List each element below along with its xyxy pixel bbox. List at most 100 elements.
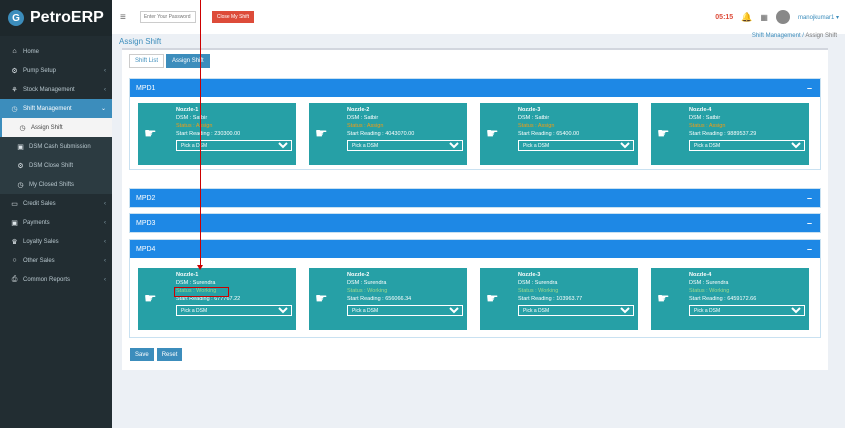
nozzle-start-reading: Start Reading : 103963.77 (518, 296, 583, 302)
nozzle-name: Nozzle-2 (347, 272, 370, 278)
print-icon: ⎙ (11, 275, 18, 283)
nozzle-status: Status : Working (347, 288, 388, 294)
tab-bar: Shift List Assign Shift (129, 54, 210, 68)
dsm-select[interactable]: Pick a DSM (176, 140, 292, 151)
annotation-arrow-icon (197, 265, 203, 270)
tab-assign-shift[interactable]: Assign Shift (166, 54, 210, 68)
logo-icon: G (8, 10, 24, 26)
nozzle-start-reading: Start Reading : 65400.00 (518, 131, 580, 137)
chevron-down-icon: ⌄ (100, 106, 106, 112)
collapse-icon[interactable]: – (807, 193, 812, 203)
nozzle-status: Status : Assign (518, 123, 555, 129)
nozzle-start-reading: Start Reading : 6459172.66 (689, 296, 757, 302)
nozzle-name: Nozzle-4 (689, 272, 712, 278)
nozzle-name: Nozzle-4 (689, 107, 712, 113)
chevron-left-icon: ‹ (104, 67, 106, 74)
gears-icon: ⚙ (11, 67, 18, 75)
nozzle-dsm: DSM : Surendra (176, 280, 216, 286)
breadcrumb: Shift Management / Assign Shift (752, 33, 837, 39)
sidebar-item-dsm-cash-submission[interactable]: ▣ DSM Cash Submission (0, 137, 112, 156)
nozzle-name: Nozzle-3 (518, 107, 541, 113)
annotation-line (200, 0, 201, 268)
circle-icon: ○ (12, 257, 17, 264)
nozzle-list: ☛ Nozzle-1 DSM : Satbir Status : Assign … (130, 97, 820, 165)
sidebar-item-assign-shift[interactable]: ◷ Assign Shift (0, 118, 112, 137)
close-my-shift-button[interactable]: Close My Shift (211, 11, 255, 23)
tab-shift-list[interactable]: Shift List (129, 54, 165, 68)
dsm-select[interactable]: Pick a DSM (518, 140, 634, 151)
sidebar-item-label: Credit Sales (23, 200, 56, 207)
mpd-section: MPD3 – (129, 213, 821, 233)
collapse-icon[interactable]: – (807, 218, 812, 228)
nozzle-card: ☛ Nozzle-4 DSM : Surendra Status : Worki… (651, 268, 809, 330)
dsm-select[interactable]: Pick a DSM (347, 305, 463, 316)
sidebar-item-dsm-close-shift[interactable]: ⚙ DSM Close Shift (0, 156, 112, 175)
collapse-icon[interactable]: – (807, 83, 812, 93)
notification-bell-icon[interactable]: 🔔 (741, 12, 752, 23)
nozzle-status: Status : Working (689, 288, 730, 294)
top-navbar: ≡ Close My Shift 05:15 🔔 ▦ manojkumar1 ▾ (112, 0, 845, 34)
sidebar-item-label: Shift Management (23, 105, 72, 112)
mpd-title: MPD3 (136, 219, 156, 227)
nozzle-card: ☛ Nozzle-2 DSM : Satbir Status : Assign … (309, 103, 467, 165)
chevron-left-icon: ‹ (104, 257, 106, 264)
sidebar-item-credit-sales[interactable]: ▭ Credit Sales ‹ (0, 194, 112, 213)
sidebar-item-payments[interactable]: ▣ Payments ‹ (0, 213, 112, 232)
password-input[interactable] (139, 11, 196, 23)
nozzle-card: ☛ Nozzle-2 DSM : Surendra Status : Worki… (309, 268, 467, 330)
sidebar-item-pump-setup[interactable]: ⚙ Pump Setup ‹ (0, 61, 112, 80)
mpd-section: MPD2 – (129, 188, 821, 208)
sidebar-item-home[interactable]: ⌂ Home (0, 42, 112, 61)
sidebar-item-shift-management[interactable]: ◷ Shift Management ⌄ (0, 99, 112, 118)
hamburger-menu-icon[interactable]: ≡ (120, 12, 126, 23)
sidebar-item-label: Assign Shift (31, 124, 63, 131)
fuel-nozzle-icon: ☛ (315, 125, 328, 141)
sidebar-item-stock-management[interactable]: ⚘ Stock Management ‹ (0, 80, 112, 99)
clock-icon: ◷ (19, 124, 26, 132)
nozzle-dsm: DSM : Satbir (347, 115, 379, 121)
dsm-select[interactable]: Pick a DSM (176, 305, 292, 316)
sidebar-item-loyalty-sales[interactable]: ♛ Loyalty Sales ‹ (0, 232, 112, 251)
nozzle-name: Nozzle-1 (176, 107, 199, 113)
sidebar-item-label: My Closed Shifts (29, 181, 75, 188)
form-actions: Save Reset (130, 348, 183, 361)
save-button[interactable]: Save (130, 348, 154, 361)
home-icon: ⌂ (12, 48, 17, 55)
mpd-title: MPD1 (136, 84, 156, 92)
breadcrumb-link[interactable]: Shift Management (752, 33, 801, 39)
mpd-section: MPD1 – ☛ Nozzle-1 DSM : Satbir Status : … (129, 78, 821, 170)
sidebar-item-label: DSM Cash Submission (29, 143, 91, 150)
dsm-select[interactable]: Pick a DSM (347, 140, 463, 151)
app-logo[interactable]: G PetroERP (0, 0, 112, 36)
mpd-header[interactable]: MPD3 – (130, 214, 820, 232)
dsm-select[interactable]: Pick a DSM (689, 140, 805, 151)
apps-grid-icon[interactable]: ▦ (760, 13, 768, 22)
sidebar-item-my-closed-shifts[interactable]: ◷ My Closed Shifts (0, 175, 112, 194)
nozzle-dsm: DSM : Satbir (689, 115, 721, 121)
sidebar-item-other-sales[interactable]: ○ Other Sales ‹ (0, 251, 112, 270)
sidebar-item-common-reports[interactable]: ⎙ Common Reports ‹ (0, 270, 112, 289)
sidebar-item-label: Common Reports (23, 276, 71, 283)
nozzle-start-reading: Start Reading : 656066.34 (347, 296, 412, 302)
sidebar-item-label: Loyalty Sales (23, 238, 59, 245)
money-icon: ▣ (17, 143, 24, 151)
fuel-nozzle-icon: ☛ (657, 290, 670, 306)
mpd-section: MPD4 – ☛ Nozzle-1 DSM : Surendra Status … (129, 239, 821, 338)
nozzle-status: Status : Assign (176, 123, 213, 129)
assign-shift-panel: Shift List Assign Shift MPD1 – ☛ Nozzle-… (122, 48, 828, 370)
dsm-select[interactable]: Pick a DSM (689, 305, 805, 316)
user-menu[interactable]: manojkumar1 ▾ (798, 14, 839, 21)
mpd-title: MPD4 (136, 245, 156, 253)
chevron-left-icon: ‹ (104, 86, 106, 93)
reset-button[interactable]: Reset (156, 348, 183, 361)
dsm-select[interactable]: Pick a DSM (518, 305, 634, 316)
fuel-nozzle-icon: ☛ (486, 125, 499, 141)
sidebar-menu: ⌂ Home ⚙ Pump Setup ‹ ⚘ Stock Management ‹ ◷ S… (0, 36, 112, 289)
nozzle-start-reading: Start Reading : 9889537.29 (689, 131, 757, 137)
mpd-header[interactable]: MPD4 – (130, 240, 820, 258)
mpd-header[interactable]: MPD2 – (130, 189, 820, 207)
avatar[interactable] (775, 10, 790, 24)
mpd-header[interactable]: MPD1 – (130, 79, 820, 97)
chevron-left-icon: ‹ (104, 276, 106, 283)
collapse-icon[interactable]: – (807, 244, 812, 254)
